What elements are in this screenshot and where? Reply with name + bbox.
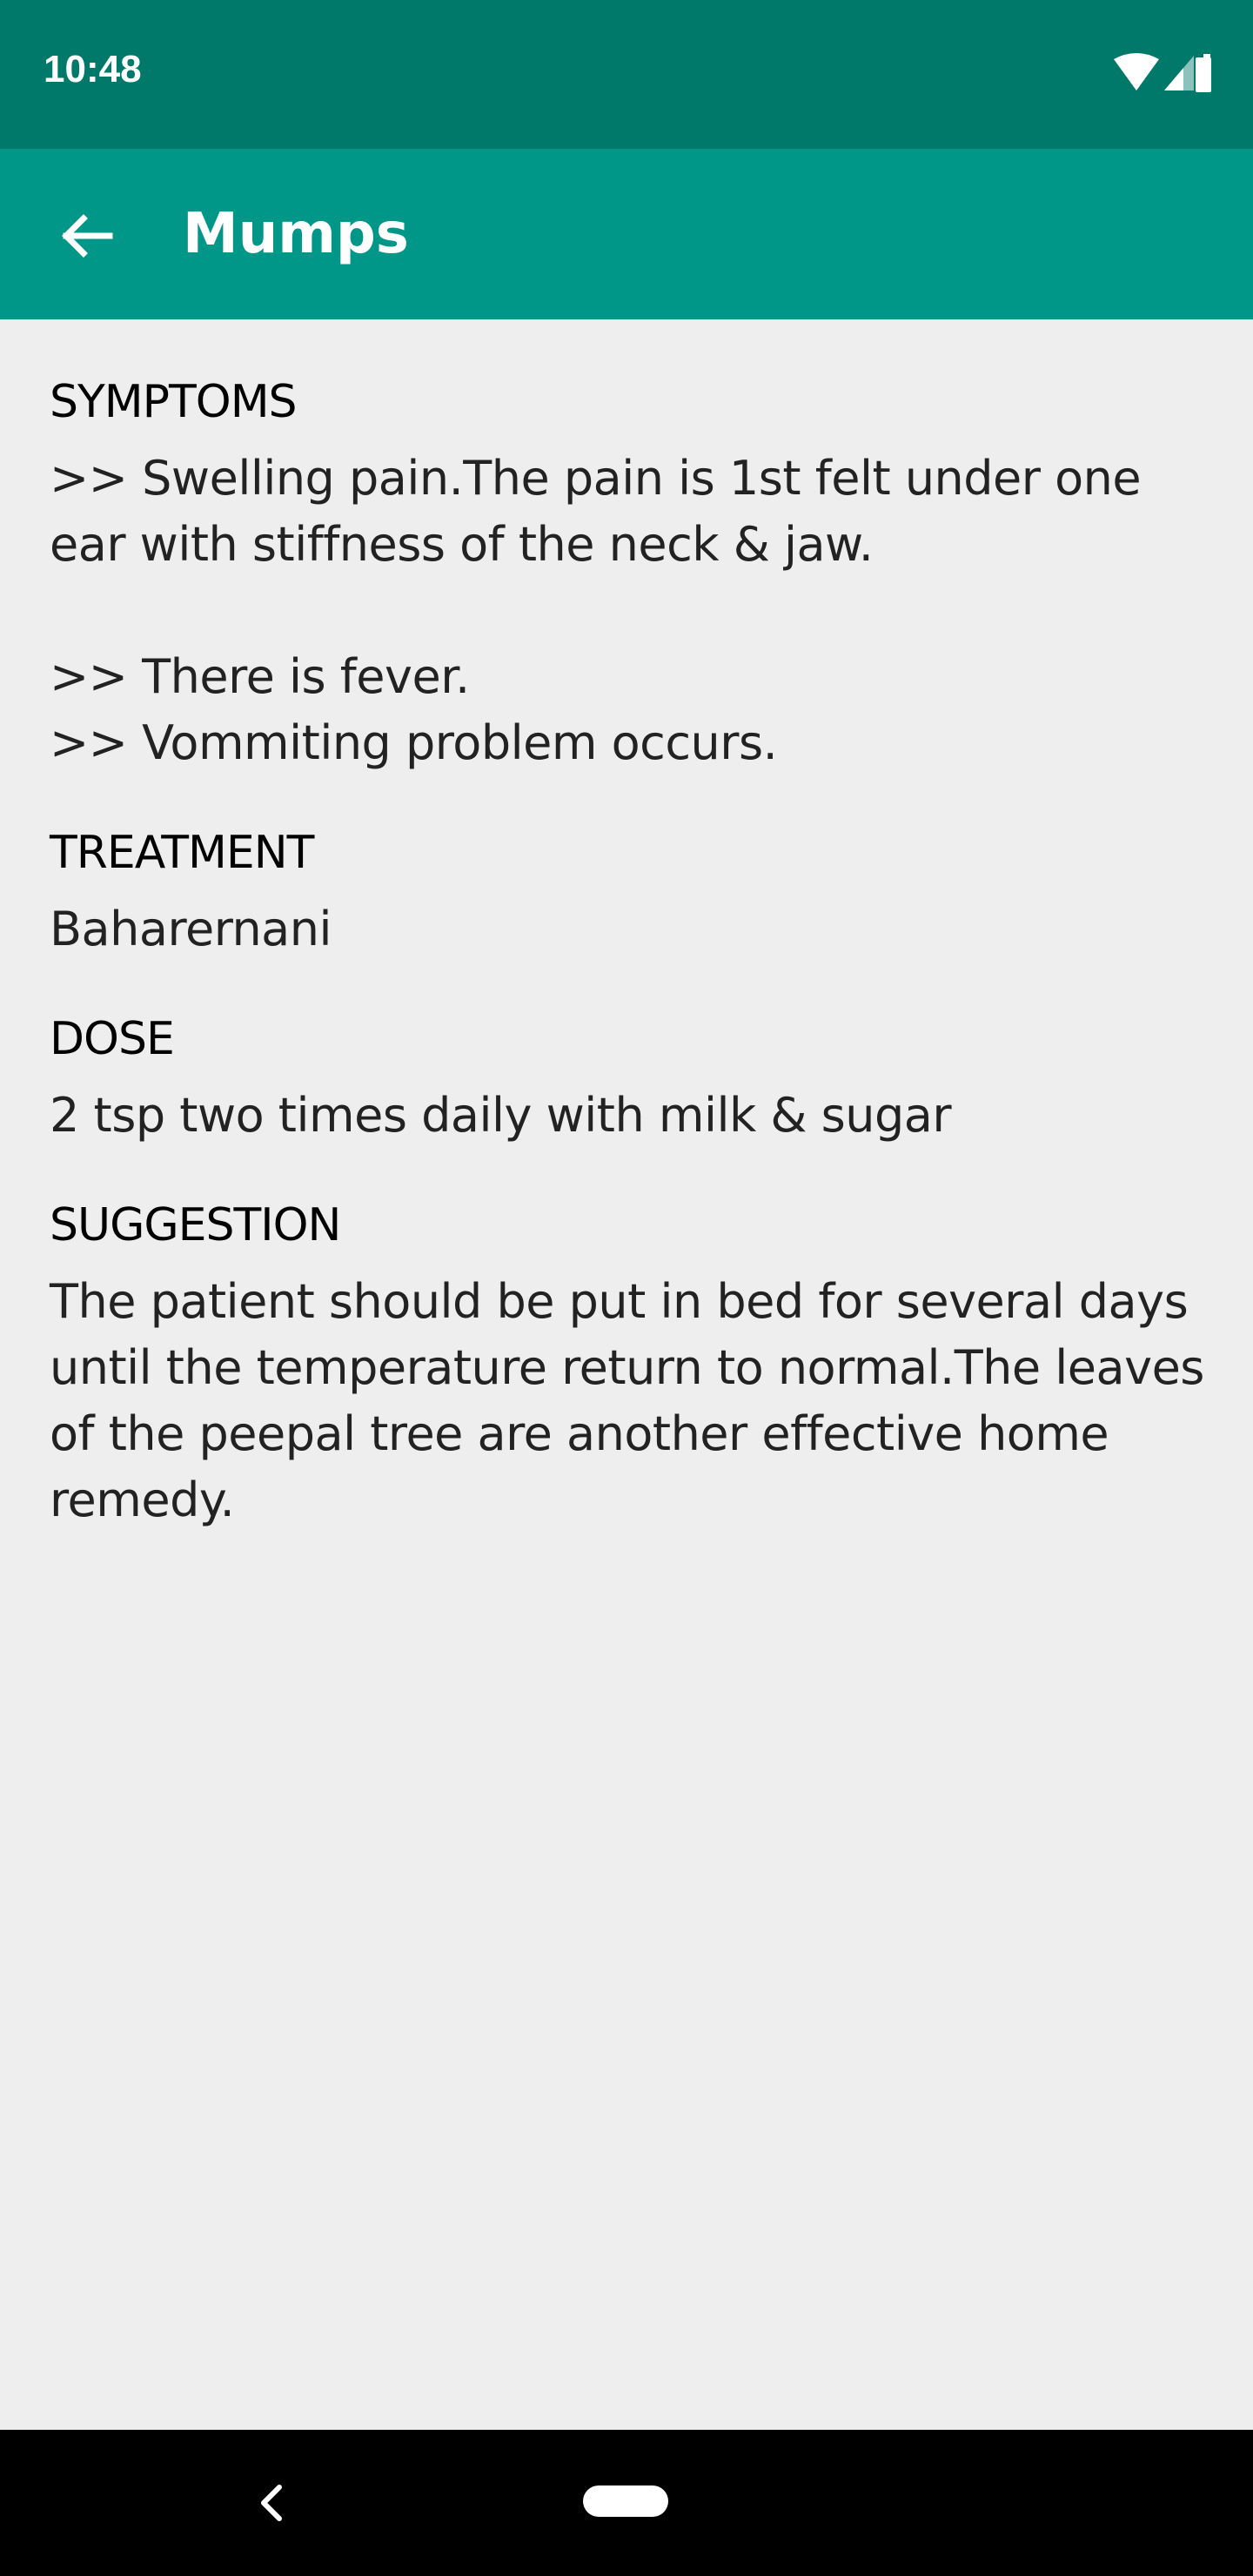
symptoms-heading: SYMPTOMS: [50, 376, 298, 428]
chevron-left-icon: [261, 2485, 282, 2521]
back-button[interactable]: [44, 194, 127, 278]
treatment-heading: TREATMENT: [50, 827, 314, 879]
battery-icon: [1196, 54, 1211, 92]
treatment-section: TREATMENT Baharernani: [50, 822, 1207, 963]
status-time: 10:48: [44, 48, 142, 91]
dose-text: 2 tsp two times daily with milk & sugar: [50, 1088, 952, 1143]
nav-back-button[interactable]: [245, 2470, 298, 2536]
navigation-bar: [0, 2430, 1253, 2576]
symptoms-section: SYMPTOMS >> Swelling pain.The pain is 1s…: [50, 371, 1207, 776]
page-title: Mumps: [183, 202, 409, 266]
suggestion-heading: SUGGESTION: [50, 1199, 341, 1251]
arrow-left-icon: [62, 214, 113, 258]
status-bar: 10:48: [0, 0, 1253, 149]
dose-section: DOSE 2 tsp two times daily with milk & s…: [50, 1008, 1207, 1149]
wifi-icon: [1114, 53, 1159, 91]
cellular-signal-icon: [1164, 56, 1194, 91]
home-pill-icon[interactable]: [583, 2485, 668, 2517]
treatment-text: Baharernani: [50, 902, 332, 956]
symptoms-text: >> Swelling pain.The pain is 1st felt un…: [50, 451, 1142, 770]
app-bar: Mumps: [0, 149, 1253, 319]
suggestion-section: SUGGESTION The patient should be put in …: [50, 1194, 1207, 1533]
status-icons: [1114, 52, 1211, 94]
content: SYMPTOMS >> Swelling pain.The pain is 1s…: [50, 371, 1207, 1579]
dose-heading: DOSE: [50, 1013, 175, 1065]
suggestion-text: The patient should be put in bed for sev…: [50, 1274, 1204, 1527]
